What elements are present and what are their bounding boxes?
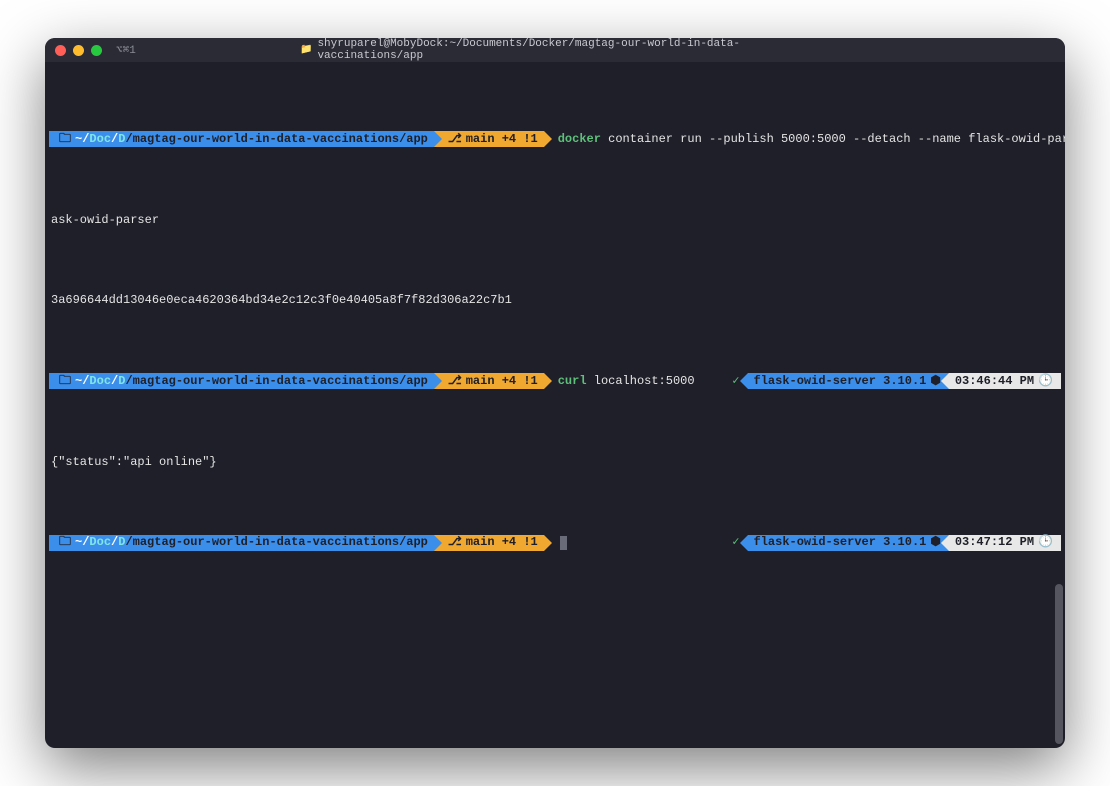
git-branch-segment: ⎇main +4 !1 [434,373,544,389]
close-button[interactable] [55,45,66,56]
time-segment: 03:47:12 PM🕒 [949,535,1061,551]
prompt-line-3: 🗀~/Doc/D/magtag-our-world-in-data-vaccin… [49,535,1065,551]
path-part: ~/ [75,534,89,550]
path-part: / [111,373,118,389]
traffic-lights [55,45,102,56]
python-icon: ⬢ [930,534,940,550]
path-part: D [118,131,125,147]
cursor [560,536,567,550]
command-output-1: 3a696644dd13046e0eca4620364bd34e2c12c3f0… [49,292,1065,308]
env-segment: flask-owid-server 3.10.1⬢ [748,535,949,551]
branch-name: main +4 !1 [466,534,538,550]
python-icon: ⬢ [930,373,940,389]
right-status: ✓ flask-owid-server 3.10.1⬢ 03:46:44 PM🕒 [732,373,1065,389]
path-segment: 🗀~/Doc/D/magtag-our-world-in-data-vaccin… [49,535,434,551]
path-part: / [111,534,118,550]
window-title: 📁 shyruparel@MobyDock:~/Documents/Docker… [300,38,810,62]
path-part: /magtag-our-world-in-data-vaccinations/a… [125,534,427,550]
branch-name: main +4 !1 [466,131,538,147]
folder-icon: 🗀 [59,373,71,389]
time-text: 03:47:12 PM [955,534,1034,550]
path-part: D [118,373,125,389]
time-segment: 03:46:44 PM🕒 [949,373,1061,389]
clock-icon: 🕒 [1038,534,1053,550]
scrollbar[interactable] [1055,584,1063,744]
tab-shortcut-indicator: ⌥⌘1 [116,43,136,57]
prompt-line-1: 🗀~/Doc/D/magtag-our-world-in-data-vaccin… [49,131,1065,147]
path-part: Doc [89,534,111,550]
command-wrap: ask-owid-parser [49,212,1065,228]
command-output-2: {"status":"api online"} [49,454,1065,470]
success-check-icon: ✓ [732,373,739,389]
path-part: /magtag-our-world-in-data-vaccinations/a… [125,373,427,389]
path-part: / [111,131,118,147]
command-args: container run --publish 5000:5000 --deta… [601,131,1065,147]
path-segment: 🗀~/Doc/D/magtag-our-world-in-data-vaccin… [49,131,434,147]
titlebar: ⌥⌘1 📁 shyruparel@MobyDock:~/Documents/Do… [45,38,1065,62]
path-part: Doc [89,131,111,147]
command-area: docker container run --publish 5000:5000… [544,131,1065,147]
git-branch-segment: ⎇main +4 !1 [434,535,544,551]
branch-icon: ⎇ [448,131,462,147]
folder-icon: 🗀 [59,534,71,550]
terminal-window: ⌥⌘1 📁 shyruparel@MobyDock:~/Documents/Do… [45,38,1065,748]
right-status: ✓ flask-owid-server 3.10.1⬢ 03:47:12 PM🕒 [732,535,1065,551]
path-part: ~/ [75,373,89,389]
time-text: 03:46:44 PM [955,373,1034,389]
terminal-body[interactable]: 🗀~/Doc/D/magtag-our-world-in-data-vaccin… [45,62,1065,748]
env-segment: flask-owid-server 3.10.1⬢ [748,373,949,389]
env-text: flask-owid-server 3.10.1 [754,373,927,389]
path-part: D [118,534,125,550]
clock-icon: 🕒 [1038,373,1053,389]
title-text: shyruparel@MobyDock:~/Documents/Docker/m… [317,38,810,62]
success-check-icon: ✓ [732,534,739,550]
path-segment: 🗀~/Doc/D/magtag-our-world-in-data-vaccin… [49,373,434,389]
folder-icon: 🗀 [59,131,71,147]
path-part: /magtag-our-world-in-data-vaccinations/a… [125,131,427,147]
command-area: curl localhost:5000 [544,373,733,389]
command-executable: docker [558,131,601,147]
env-text: flask-owid-server 3.10.1 [754,534,927,550]
branch-name: main +4 !1 [466,373,538,389]
prompt-line-2: 🗀~/Doc/D/magtag-our-world-in-data-vaccin… [49,373,1065,389]
command-area[interactable] [544,535,733,551]
path-part: Doc [89,373,111,389]
git-branch-segment: ⎇main +4 !1 [434,131,544,147]
command-args: localhost:5000 [587,373,695,389]
branch-icon: ⎇ [448,373,462,389]
minimize-button[interactable] [73,45,84,56]
maximize-button[interactable] [91,45,102,56]
path-part: ~/ [75,131,89,147]
command-executable: curl [558,373,587,389]
branch-icon: ⎇ [448,534,462,550]
folder-icon: 📁 [300,44,312,56]
